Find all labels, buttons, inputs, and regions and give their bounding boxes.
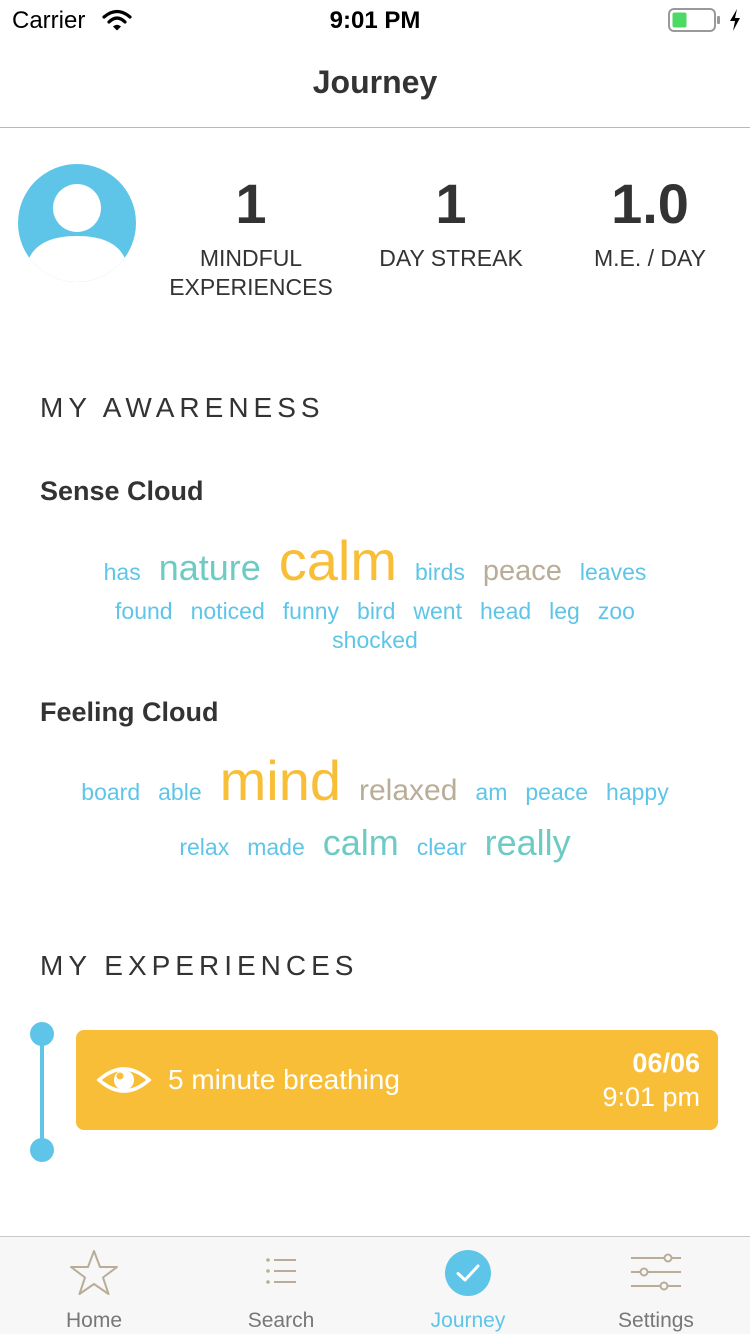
- cloud-word[interactable]: shocked: [332, 627, 418, 654]
- navigation-bar: Journey: [0, 40, 750, 128]
- tab-settings[interactable]: Settings: [562, 1237, 750, 1334]
- tab-journey[interactable]: Journey: [374, 1237, 562, 1334]
- sense-cloud-row: found noticed funny bird went head leg z…: [0, 598, 750, 625]
- cloud-word[interactable]: really: [485, 822, 571, 864]
- status-clock: 9:01 PM: [329, 7, 421, 34]
- sliders-icon: [562, 1253, 750, 1291]
- sense-cloud-row: has nature calm birds peace leaves: [0, 528, 750, 593]
- stat-day-streak: 1 DAY STREAK: [351, 172, 551, 273]
- cloud-word[interactable]: happy: [606, 779, 669, 806]
- cloud-word[interactable]: relaxed: [359, 774, 457, 808]
- status-bar: Carrier 9:01 PM: [0, 0, 750, 40]
- eye-icon: [96, 1064, 152, 1101]
- stat-label: DAY STREAK: [379, 245, 523, 271]
- cloud-word[interactable]: funny: [283, 598, 339, 625]
- avatar[interactable]: [18, 164, 136, 282]
- timeline-dot-end: [30, 1138, 54, 1162]
- timeline-line: [40, 1034, 44, 1150]
- cloud-word[interactable]: calm: [323, 822, 399, 864]
- timeline-dot-start: [30, 1022, 54, 1046]
- cloud-word[interactable]: has: [104, 559, 141, 586]
- stat-label: MINDFUL EXPERIENCES: [151, 244, 351, 302]
- tab-bar: Home Search Journey Settings: [0, 1236, 750, 1334]
- cloud-word[interactable]: peace: [483, 555, 562, 588]
- tab-label: Journey: [430, 1309, 506, 1332]
- cloud-word[interactable]: able: [158, 779, 201, 806]
- tab-search[interactable]: Search: [187, 1237, 375, 1334]
- stat-value: 1: [235, 172, 267, 235]
- cloud-word[interactable]: leg: [549, 598, 580, 625]
- tab-label: Home: [65, 1309, 123, 1332]
- stat-value: 1: [435, 172, 467, 235]
- cloud-word[interactable]: mind: [220, 748, 341, 813]
- checkmark-circle-icon: [374, 1249, 562, 1297]
- cloud-word[interactable]: went: [413, 598, 462, 625]
- cloud-word[interactable]: nature: [159, 547, 261, 589]
- cloud-word[interactable]: leaves: [580, 559, 646, 586]
- list-icon: [187, 1257, 375, 1285]
- stat-value: 1.0: [611, 172, 689, 235]
- cloud-word[interactable]: board: [81, 779, 140, 806]
- experience-card[interactable]: 5 minute breathing 06/06 9:01 pm: [76, 1030, 718, 1130]
- cloud-word[interactable]: calm: [279, 528, 397, 593]
- star-icon: [0, 1249, 188, 1297]
- cloud-word[interactable]: birds: [415, 559, 465, 586]
- feeling-cloud-row: board able mind relaxed am peace happy: [0, 748, 750, 813]
- cloud-word[interactable]: zoo: [598, 598, 635, 625]
- section-heading-awareness: MY AWARENESS: [40, 392, 325, 423]
- feeling-cloud-title: Feeling Cloud: [40, 697, 219, 727]
- experience-date: 06/06: [632, 1048, 700, 1078]
- sense-cloud-row: shocked: [0, 627, 750, 654]
- stat-me-per-day: 1.0 M.E. / DAY: [550, 172, 750, 273]
- cloud-word[interactable]: peace: [525, 779, 588, 806]
- charging-bolt-icon: [728, 8, 742, 37]
- stat-label-line: EXPERIENCES: [169, 274, 333, 300]
- tab-home[interactable]: Home: [0, 1237, 188, 1334]
- cloud-word[interactable]: found: [115, 598, 173, 625]
- sense-cloud-title: Sense Cloud: [40, 476, 204, 506]
- stat-label-line: MINDFUL: [199, 245, 303, 271]
- stat-mindful-experiences: 1 MINDFUL EXPERIENCES: [151, 172, 351, 302]
- experience-time: 9:01 pm: [602, 1082, 700, 1112]
- section-heading-experiences: MY EXPERIENCES: [40, 950, 359, 981]
- cloud-word[interactable]: bird: [357, 598, 395, 625]
- cloud-word[interactable]: head: [480, 598, 531, 625]
- cloud-word[interactable]: relax: [179, 834, 229, 861]
- tab-label: Search: [247, 1309, 315, 1332]
- tab-label: Settings: [618, 1309, 694, 1332]
- cloud-word[interactable]: noticed: [191, 598, 265, 625]
- cloud-word[interactable]: am: [475, 779, 507, 806]
- battery-icon: [668, 8, 722, 37]
- cloud-word[interactable]: made: [247, 834, 305, 861]
- cloud-word[interactable]: clear: [417, 834, 467, 861]
- experience-title: 5 minute breathing: [168, 1064, 400, 1095]
- stat-label: M.E. / DAY: [593, 245, 707, 271]
- feeling-cloud-row: relax made calm clear really: [0, 822, 750, 864]
- page-title: Journey: [312, 64, 438, 100]
- user-silhouette-icon: [26, 184, 128, 282]
